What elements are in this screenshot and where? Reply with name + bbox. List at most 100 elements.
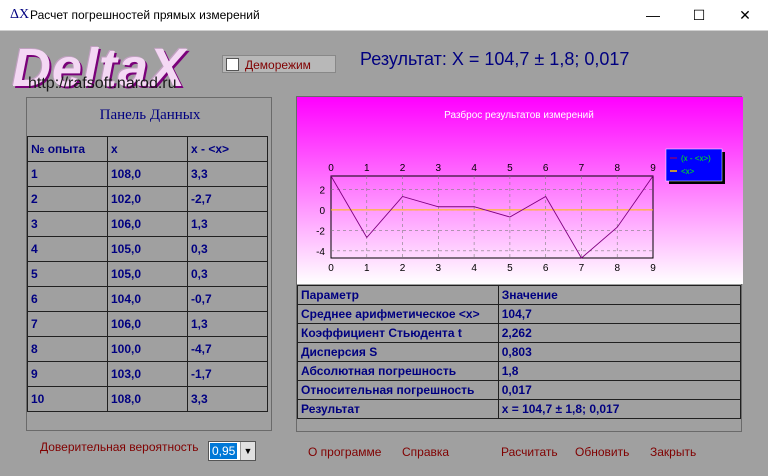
x-tick-label: 6 [543, 163, 549, 174]
table-row[interactable]: 6 104,0 -0,7 [27, 286, 268, 312]
x-tick-label: 9 [650, 163, 656, 174]
table-row[interactable]: 4 105,0 0,3 [27, 236, 268, 262]
table-cell[interactable]: 106,0 [107, 211, 188, 237]
table-cell[interactable]: 6 [27, 286, 108, 312]
refresh-button[interactable]: Обновить [575, 445, 629, 459]
table-row[interactable]: 10 108,0 3,3 [27, 386, 268, 412]
table-cell[interactable]: -1,7 [187, 361, 268, 387]
deviation-chart: Разброс результатов измерений 0 0 1 1 2 2 3 3 4 4… [297, 97, 743, 284]
table-cell[interactable]: -0,7 [187, 286, 268, 312]
about-button[interactable]: О программе [308, 445, 381, 459]
table-row[interactable]: 5 105,0 0,3 [27, 261, 268, 287]
table-cell[interactable]: 103,0 [107, 361, 188, 387]
table-cell[interactable]: 104,7 [497, 304, 742, 324]
table-row[interactable]: 8 100,0 -4,7 [27, 336, 268, 362]
y-tick-label: 2 [319, 185, 325, 196]
table-cell[interactable]: 1,8 [497, 361, 742, 381]
table-cell[interactable]: 0,3 [187, 261, 268, 287]
table-row[interactable]: Среднее арифметическое <x> 104,7 [297, 304, 742, 324]
table-cell[interactable]: Коэффициент Стьюдента t [297, 323, 499, 343]
table-cell[interactable]: 2,262 [497, 323, 742, 343]
table-row[interactable]: 2 102,0 -2,7 [27, 186, 268, 212]
table-cell[interactable]: Дисперсия S [297, 342, 499, 362]
client-area: DeltaX http://rafsoft.narod.ru Деморежим… [0, 31, 768, 476]
results-panel: Разброс результатов измерений 0 0 1 1 2 2 3 3 4 4… [296, 96, 743, 432]
x-tick-label: 8 [614, 163, 620, 174]
legend-entry: <x> [681, 167, 695, 176]
x-tick-label: 4 [471, 163, 477, 174]
table-cell[interactable]: 106,0 [107, 311, 188, 337]
table-row[interactable]: Дисперсия S 0,803 [297, 342, 742, 362]
table-cell[interactable]: Относительная погрешность [297, 380, 499, 400]
table-cell[interactable]: 105,0 [107, 236, 188, 262]
table-row[interactable]: 9 103,0 -1,7 [27, 361, 268, 387]
x-tick-label: 2 [400, 263, 406, 274]
table-row[interactable]: 7 106,0 1,3 [27, 311, 268, 337]
x-tick-label: 6 [543, 263, 549, 274]
table-cell[interactable]: -4,7 [187, 336, 268, 362]
table-cell[interactable]: 2 [27, 186, 108, 212]
table-cell[interactable]: x = 104,7 ± 1,8; 0,017 [497, 399, 742, 419]
table-cell[interactable]: 3,3 [187, 386, 268, 412]
table-cell[interactable]: 0,3 [187, 236, 268, 262]
chart-background [297, 97, 743, 284]
x-tick-label: 2 [400, 163, 406, 174]
checkbox-icon[interactable] [226, 58, 239, 71]
table-cell[interactable]: 10 [27, 386, 108, 412]
parameters-table-body[interactable]: Среднее арифметическое <x> 104,7 Коэффицие… [297, 304, 742, 419]
table-cell[interactable]: 3 [27, 211, 108, 237]
calculate-button[interactable]: Расчитать [501, 445, 558, 459]
data-table-body[interactable]: 1 108,0 3,3 2 102,0 -2,7 3 106,0 1,3 4 105,0 0,3 5 10… [27, 161, 268, 412]
table-cell[interactable]: 0,803 [497, 342, 742, 362]
table-cell[interactable]: 108,0 [107, 161, 188, 187]
table-cell[interactable]: 102,0 [107, 186, 188, 212]
demo-mode-checkbox[interactable]: Деморежим [222, 55, 336, 73]
chevron-down-icon[interactable]: ▼ [240, 442, 255, 460]
table-cell[interactable]: 100,0 [107, 336, 188, 362]
title-bar: ΔX Расчет погрешностей прямых измерений … [0, 0, 768, 31]
table-cell[interactable]: 5 [27, 261, 108, 287]
column-header: Параметр [297, 285, 499, 305]
table-cell[interactable]: Абсолютная погрешность [297, 361, 499, 381]
table-cell[interactable]: 7 [27, 311, 108, 337]
column-header: x [107, 136, 188, 162]
table-row[interactable]: 1 108,0 3,3 [27, 161, 268, 187]
table-cell[interactable]: 104,0 [107, 286, 188, 312]
table-cell[interactable]: -2,7 [187, 186, 268, 212]
x-tick-label: 7 [579, 263, 585, 274]
table-cell[interactable]: 4 [27, 236, 108, 262]
table-row[interactable]: Относительная погрешность 0,017 [297, 380, 742, 400]
x-tick-label: 1 [364, 263, 370, 274]
y-tick-label: -4 [316, 247, 325, 258]
y-tick-label: 0 [319, 206, 325, 217]
table-cell[interactable]: 9 [27, 361, 108, 387]
confidence-select[interactable]: 0,95 ▼ [208, 441, 256, 461]
table-row[interactable]: Абсолютная погрешность 1,8 [297, 361, 742, 381]
table-cell[interactable]: 105,0 [107, 261, 188, 287]
table-row[interactable]: 3 106,0 1,3 [27, 211, 268, 237]
data-table[interactable]: № опыта x x - <x> 1 108,0 3,3 2 102,0 -2,7 3 10… [27, 136, 268, 412]
table-cell[interactable]: 3,3 [187, 161, 268, 187]
column-header: № опыта [27, 136, 108, 162]
table-cell[interactable]: Среднее арифметическое <x> [297, 304, 499, 324]
table-cell[interactable]: 1,3 [187, 211, 268, 237]
logo-url[interactable]: http://rafsoft.narod.ru [28, 75, 177, 93]
table-cell[interactable]: 0,017 [497, 380, 742, 400]
help-button[interactable]: Справка [402, 445, 449, 459]
close-app-button[interactable]: Закрыть [650, 445, 696, 459]
table-row[interactable]: Результат x = 104,7 ± 1,8; 0,017 [297, 399, 742, 419]
parameters-table[interactable]: Параметр Значение Среднее арифметическое… [297, 285, 742, 419]
table-cell[interactable]: Результат [297, 399, 499, 419]
table-header-row: № опыта x x - <x> [27, 136, 268, 162]
table-cell[interactable]: 8 [27, 336, 108, 362]
table-cell[interactable]: 1 [27, 161, 108, 187]
confidence-value[interactable]: 0,95 [210, 443, 238, 459]
table-cell[interactable]: 1,3 [187, 311, 268, 337]
data-panel-title: Панель Данных [99, 107, 201, 123]
table-cell[interactable]: 108,0 [107, 386, 188, 412]
x-tick-label: 0 [328, 263, 334, 274]
table-row[interactable]: Коэффициент Стьюдента t 2,262 [297, 323, 742, 343]
maximize-button[interactable]: ☐ [676, 0, 722, 31]
minimize-button[interactable]: — [630, 0, 676, 31]
close-button[interactable]: ✕ [722, 0, 768, 31]
